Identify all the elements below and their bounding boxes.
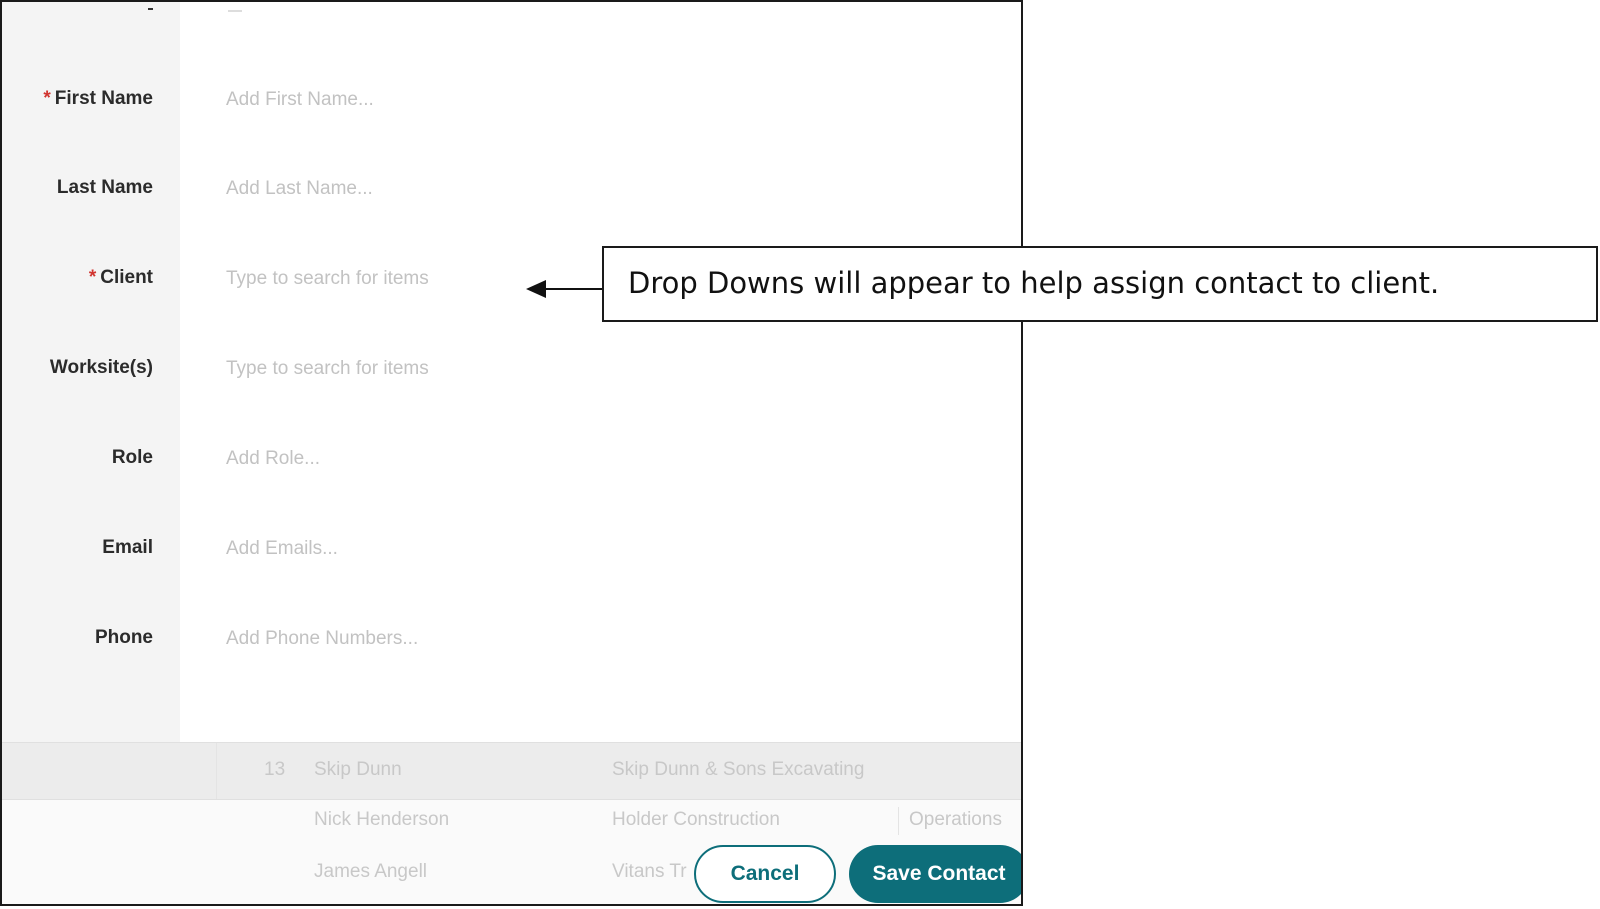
- top-divider-mark: [148, 8, 153, 10]
- cancel-button[interactable]: Cancel: [694, 845, 836, 903]
- role-label-text: Role: [111, 447, 153, 468]
- role-input[interactable]: [226, 445, 986, 473]
- phone-label-text: Phone: [94, 627, 153, 648]
- worksites-label-text: Worksite(s): [49, 357, 153, 378]
- top-input-divider: [228, 10, 242, 12]
- first-name-label-text: First Name: [54, 88, 153, 109]
- row-name: Skip Dunn: [314, 759, 402, 780]
- annotation-arrow-icon: [526, 280, 602, 298]
- worksites-search-input[interactable]: [226, 355, 986, 383]
- annotation-callout: Drop Downs will appear to help assign co…: [602, 246, 1598, 322]
- annotation-text: Drop Downs will appear to help assign co…: [628, 266, 1440, 300]
- row-role: Operations: [909, 809, 1002, 830]
- email-label-text: Email: [102, 537, 153, 558]
- worksites-label: Worksite(s): [2, 356, 180, 380]
- screenshot-stage: * First Name Last Name * Client Worksite(s…: [0, 0, 1600, 909]
- last-name-label-text: Last Name: [56, 177, 153, 198]
- column-divider: [216, 743, 217, 799]
- last-name-label: Last Name: [2, 176, 180, 200]
- label-column: * First Name Last Name * Client Worksite(s…: [2, 2, 180, 742]
- client-label-text: Client: [100, 267, 153, 288]
- save-contact-button[interactable]: Save Contact: [849, 845, 1021, 903]
- row-name: Nick Henderson: [314, 809, 450, 830]
- email-input[interactable]: [226, 535, 986, 563]
- required-marker: *: [88, 267, 97, 288]
- row-name: James Angell: [314, 861, 428, 882]
- table-row: 13 Skip Dunn Skip Dunn & Sons Excavating: [2, 742, 1021, 800]
- client-label: * Client: [2, 266, 180, 290]
- add-contact-panel: * First Name Last Name * Client Worksite(s…: [0, 0, 1023, 906]
- required-marker: *: [43, 88, 51, 109]
- row-id: 13: [264, 759, 286, 780]
- role-label: Role: [2, 446, 180, 470]
- row-company: Holder Construction: [612, 809, 780, 830]
- email-label: Email: [2, 536, 180, 560]
- first-name-input[interactable]: [226, 86, 986, 114]
- column-divider: [898, 807, 899, 835]
- last-name-input[interactable]: [226, 175, 986, 203]
- phone-input[interactable]: [226, 625, 986, 653]
- row-company: Skip Dunn & Sons Excavating: [612, 759, 865, 780]
- first-name-label: * First Name: [2, 87, 180, 111]
- row-company: Vitans Tr: [612, 861, 687, 882]
- phone-label: Phone: [2, 626, 180, 650]
